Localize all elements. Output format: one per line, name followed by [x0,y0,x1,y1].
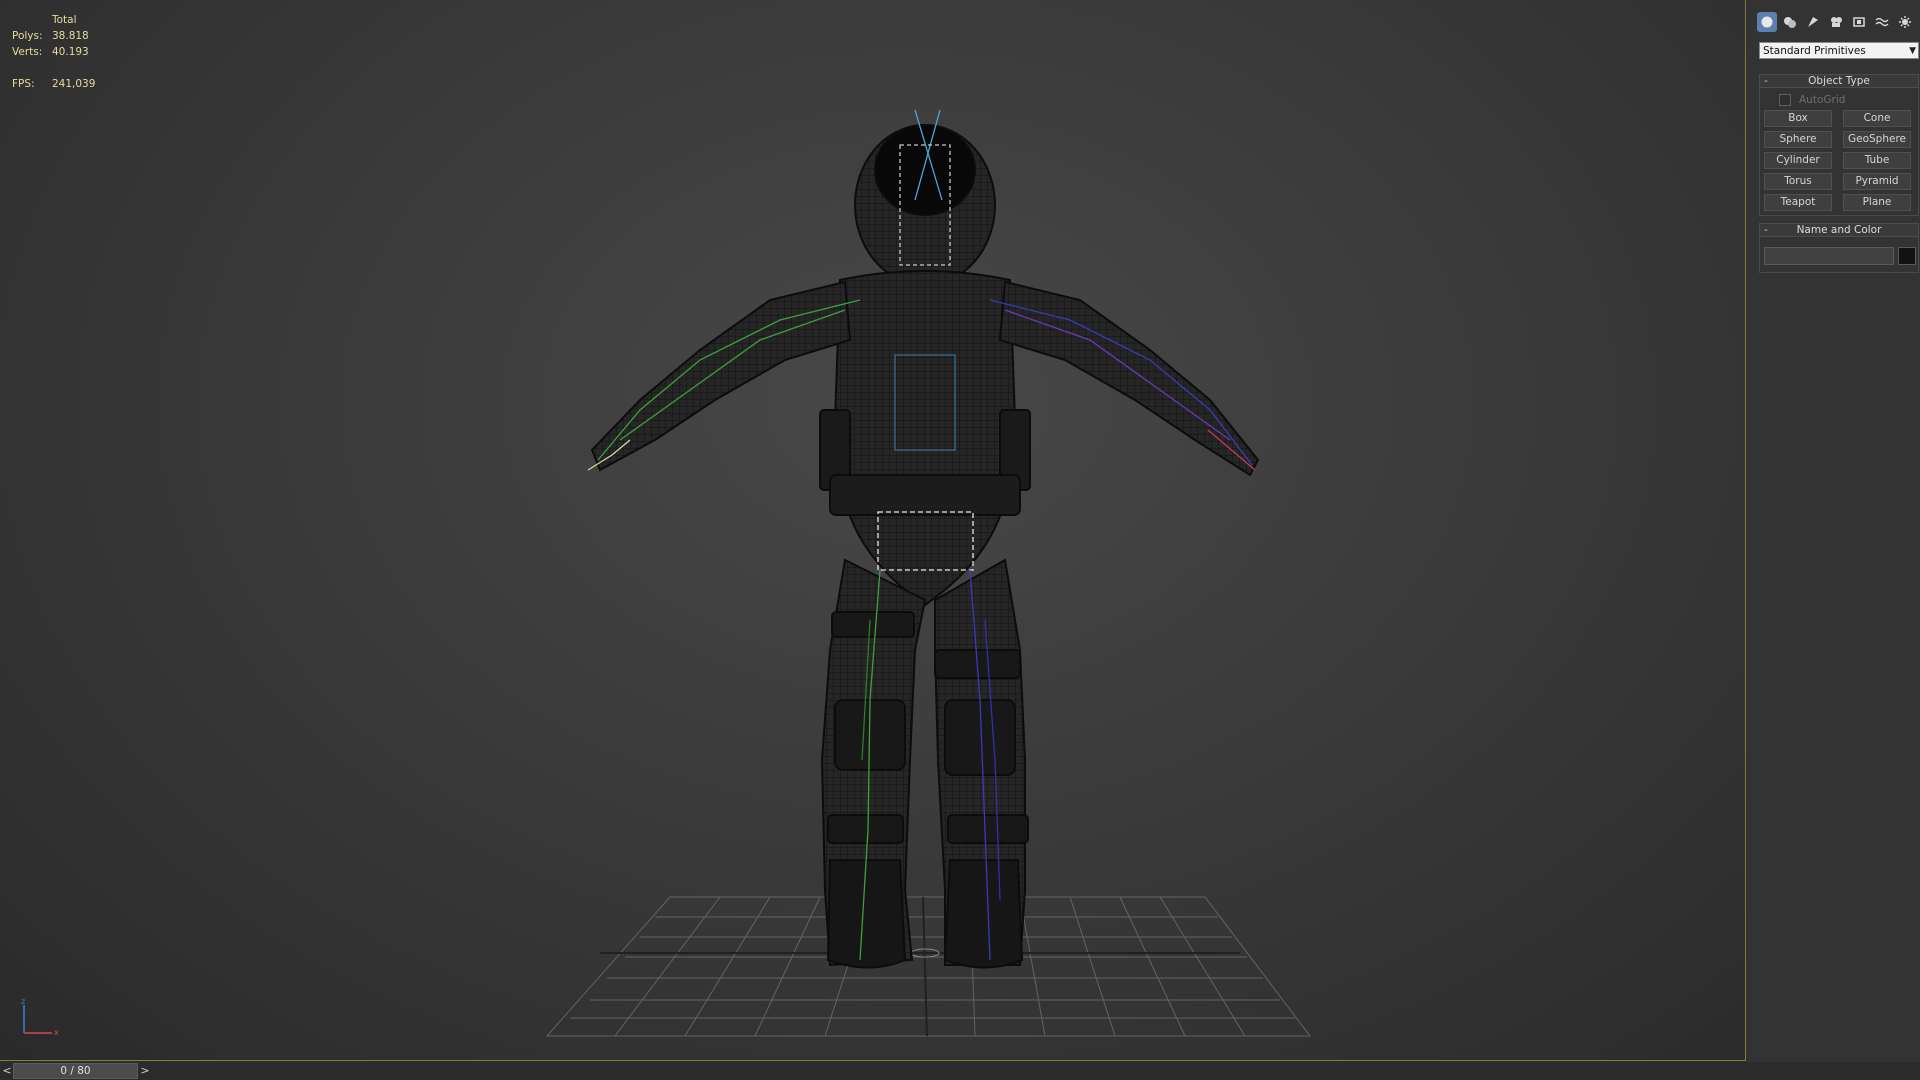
torus-button[interactable]: Torus [1764,173,1832,190]
object-color-swatch[interactable] [1898,247,1916,265]
collapse-icon: - [1764,75,1768,87]
category-dropdown-value: Standard Primitives [1763,45,1866,57]
object-name-field[interactable] [1764,247,1894,265]
autogrid-label: AutoGrid [1799,94,1846,106]
cylinder-button[interactable]: Cylinder [1764,152,1832,169]
axis-tripod-icon: z x [14,995,64,1040]
shapes-icon[interactable] [1780,12,1800,32]
name-and-color-title: Name and Color [1796,224,1882,236]
pyramid-button[interactable]: Pyramid [1843,173,1911,190]
chevron-down-icon: ▼ [1909,46,1916,56]
scene-render[interactable] [0,0,1745,1060]
cone-button[interactable]: Cone [1843,110,1911,127]
category-dropdown[interactable]: Standard Primitives ▼ [1759,42,1919,59]
geosphere-button[interactable]: GeoSphere [1843,131,1911,148]
autogrid-checkbox[interactable] [1779,94,1791,106]
object-type-title: Object Type [1808,75,1870,87]
tube-button[interactable]: Tube [1843,152,1911,169]
previous-frame-button[interactable]: < [0,1063,14,1079]
axis-z-label: z [21,997,25,1006]
sphere-button[interactable]: Sphere [1764,131,1832,148]
create-category-tabs [1757,10,1917,36]
name-and-color-rollout-header[interactable]: - Name and Color [1759,223,1919,237]
object-type-rollout-header[interactable]: - Object Type [1759,74,1919,88]
geometry-icon[interactable] [1757,12,1777,32]
axis-x-label: x [54,1028,59,1037]
collapse-icon: - [1764,224,1768,236]
spacewarps-icon[interactable] [1872,12,1892,32]
timeline-track[interactable] [152,1063,1920,1079]
teapot-button[interactable]: Teapot [1764,194,1832,211]
command-panel: Standard Primitives ▼ - Object Type Auto… [1747,0,1920,1080]
autogrid-option[interactable]: AutoGrid [1779,93,1845,107]
frame-counter: 0 / 80 [60,1065,91,1077]
helpers-icon[interactable] [1849,12,1869,32]
time-slider[interactable]: 0 / 80 [13,1063,138,1079]
next-frame-button[interactable]: > [138,1063,152,1079]
ground-grid [545,896,1312,1037]
lights-icon[interactable] [1803,12,1823,32]
plane-button[interactable]: Plane [1843,194,1911,211]
box-button[interactable]: Box [1764,110,1832,127]
time-slider-bar: < 0 / 80 > [0,1062,1920,1080]
systems-icon[interactable] [1895,12,1915,32]
cameras-icon[interactable] [1826,12,1846,32]
character-mesh[interactable] [590,124,1260,969]
perspective-viewport[interactable]: Total Polys: 38.818 Verts: 40.193 FPS: 2… [0,0,1746,1061]
